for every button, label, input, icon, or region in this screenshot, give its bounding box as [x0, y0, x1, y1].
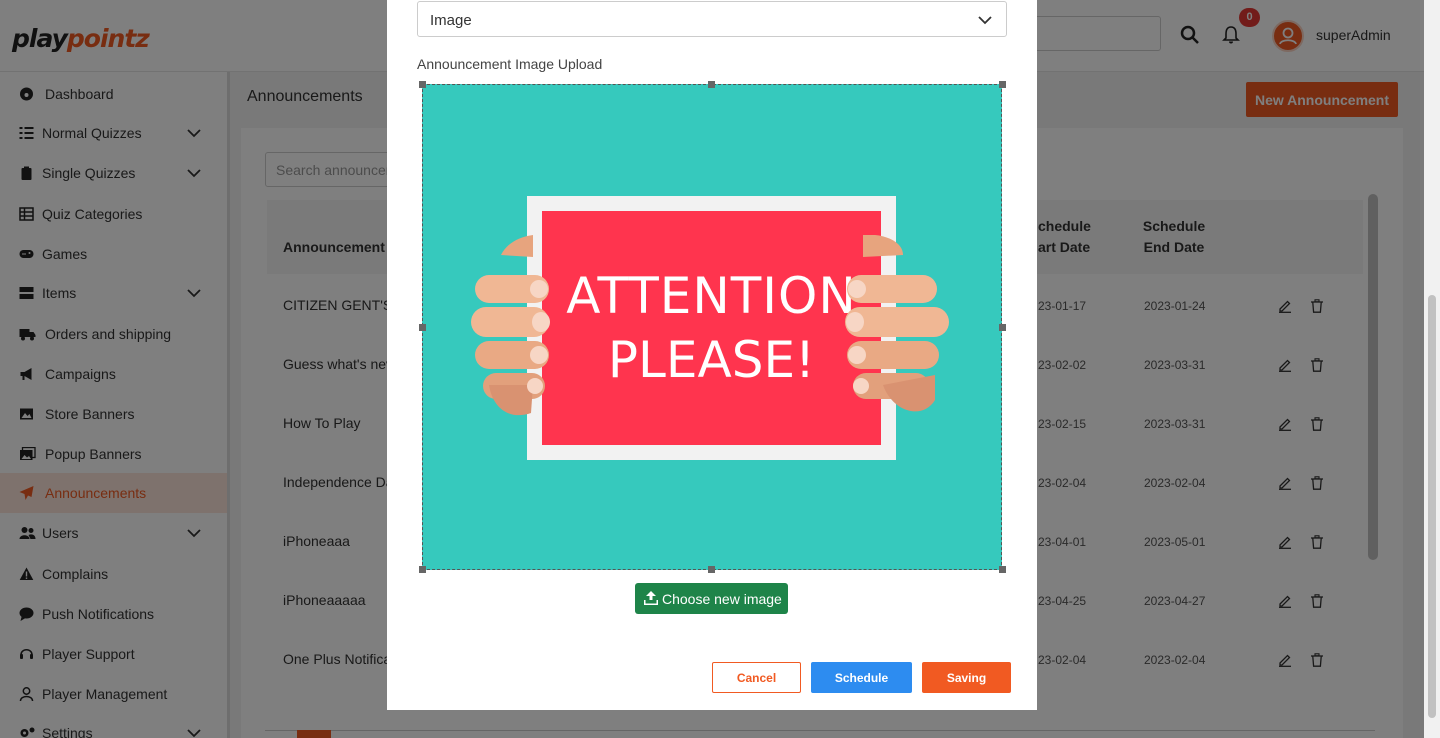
crop-handle[interactable] — [999, 324, 1006, 331]
cancel-button[interactable]: Cancel — [712, 662, 801, 693]
crop-handle[interactable] — [708, 566, 715, 573]
crop-handle[interactable] — [708, 81, 715, 88]
crop-handle[interactable] — [419, 324, 426, 331]
sign-text-line1: ATTENTION — [566, 267, 857, 325]
chevron-down-icon — [978, 16, 992, 25]
image-crop-area[interactable]: ATTENTION PLEASE! — [422, 84, 1002, 570]
choose-new-image-button[interactable]: Choose new image — [635, 583, 788, 614]
crop-handle[interactable] — [419, 566, 426, 573]
left-hand-image — [471, 235, 550, 416]
save-button[interactable]: Saving — [922, 662, 1011, 693]
schedule-button[interactable]: Schedule — [811, 662, 912, 693]
page-scrollbar-thumb[interactable] — [1428, 295, 1436, 718]
type-select-value: Image — [430, 12, 472, 29]
attention-sign: ATTENTION PLEASE! — [542, 211, 881, 445]
type-select[interactable]: Image — [417, 1, 1007, 37]
crop-handle[interactable] — [999, 81, 1006, 88]
page-scrollbar[interactable] — [1424, 0, 1440, 738]
upload-label: Announcement Image Upload — [417, 56, 603, 72]
sign-text-line2: PLEASE! — [607, 331, 816, 389]
upload-icon — [644, 591, 658, 605]
announcement-modal: Image Announcement Image Upload ATTENTIO… — [387, 0, 1037, 710]
right-hand-image — [845, 235, 949, 412]
crop-handle[interactable] — [999, 566, 1006, 573]
crop-handle[interactable] — [419, 81, 426, 88]
choose-new-image-label: Choose new image — [662, 591, 782, 607]
